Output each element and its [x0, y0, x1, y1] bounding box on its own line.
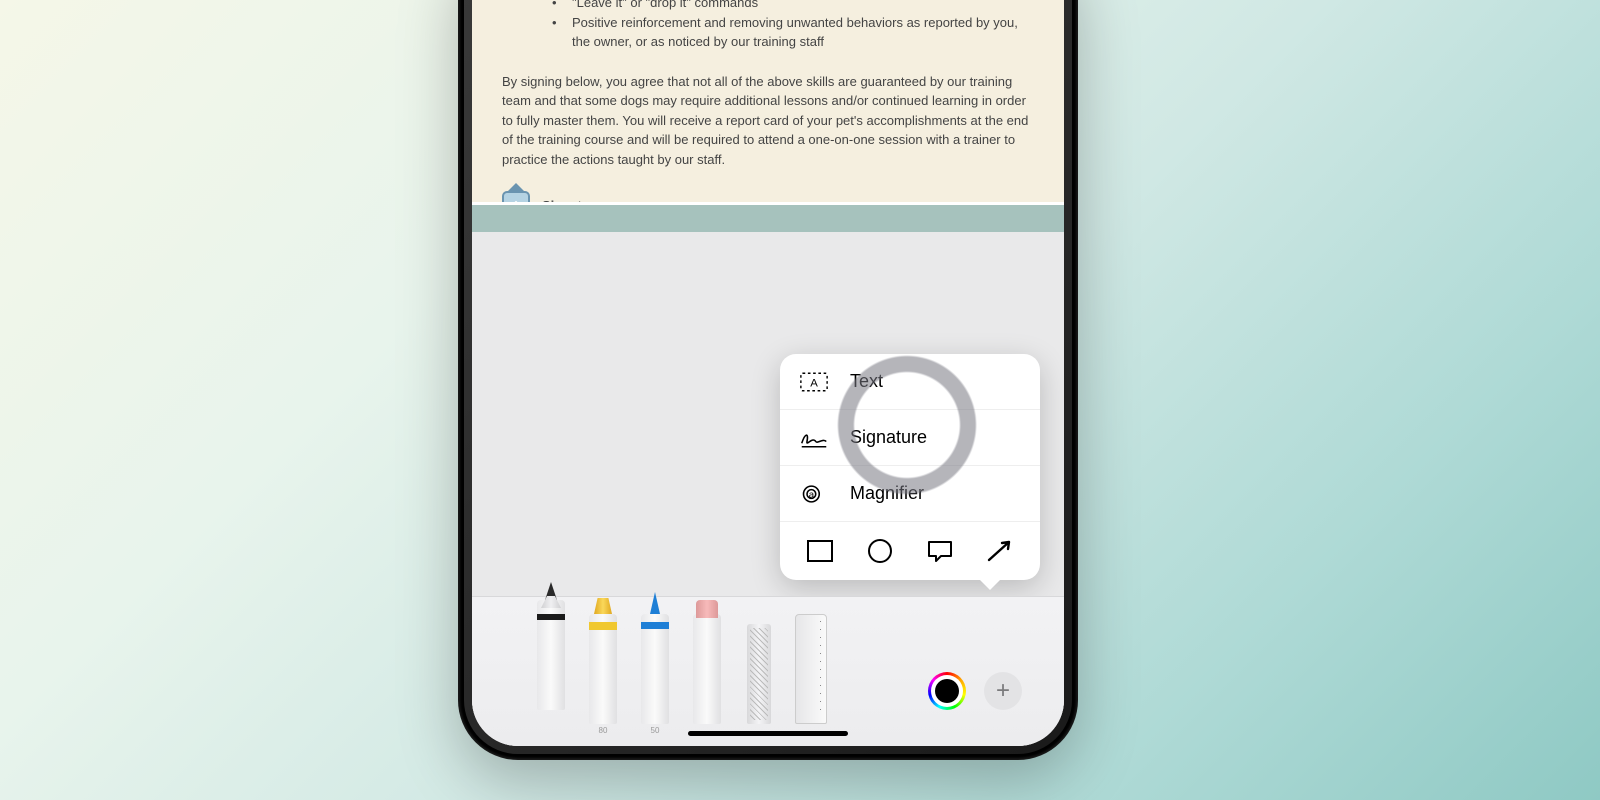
- menu-item-text[interactable]: A Text: [780, 354, 1040, 410]
- add-button[interactable]: +: [984, 672, 1022, 710]
- color-picker[interactable]: [928, 672, 966, 710]
- shape-arrow[interactable]: [985, 538, 1015, 564]
- pencil-tool[interactable]: 50: [636, 614, 674, 736]
- pen-tool[interactable]: [532, 614, 570, 736]
- plus-icon: +: [996, 677, 1010, 705]
- ruler-tool[interactable]: [792, 614, 830, 736]
- shapes-row: [780, 522, 1040, 580]
- document-footer-band: [472, 202, 1064, 232]
- magnifier-icon: a: [800, 483, 828, 505]
- signature-icon: [800, 427, 828, 449]
- svg-text:A: A: [810, 377, 818, 389]
- eraser-tool[interactable]: [688, 614, 726, 736]
- bullet-list: Basic commands like sit, lay down, and s…: [552, 0, 1034, 52]
- menu-label: Signature: [850, 427, 927, 448]
- text-box-icon: A: [800, 371, 828, 393]
- lasso-tool[interactable]: [740, 624, 778, 736]
- markup-toolbar: 80 50: [472, 596, 1064, 746]
- menu-item-magnifier[interactable]: a Magnifier: [780, 466, 1040, 522]
- phone-frame: Basic commands like sit, lay down, and s…: [458, 0, 1078, 760]
- menu-label: Text: [850, 371, 883, 392]
- shape-rectangle[interactable]: [805, 538, 835, 564]
- shape-circle[interactable]: [865, 538, 895, 564]
- add-menu-popover: A Text Signature a Magnifier: [780, 354, 1040, 580]
- menu-item-signature[interactable]: Signature: [780, 410, 1040, 466]
- tool-size-label: 80: [599, 726, 608, 736]
- home-indicator[interactable]: [688, 731, 848, 736]
- agreement-paragraph: By signing below, you agree that not all…: [502, 72, 1034, 170]
- tool-size-label: 50: [651, 726, 660, 736]
- screen: Basic commands like sit, lay down, and s…: [472, 0, 1064, 746]
- menu-label: Magnifier: [850, 483, 924, 504]
- shape-speech-bubble[interactable]: [925, 538, 955, 564]
- svg-text:a: a: [809, 489, 815, 500]
- highlighter-tool[interactable]: 80: [584, 614, 622, 736]
- list-item: Positive reinforcement and removing unwa…: [552, 13, 1034, 52]
- list-item: "Leave it" or "drop it" commands: [552, 0, 1034, 13]
